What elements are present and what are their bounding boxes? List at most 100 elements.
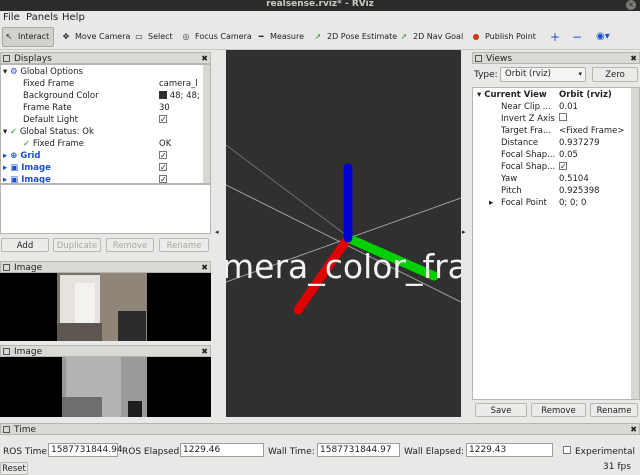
float-icon[interactable] [475, 55, 482, 62]
view-prop-value[interactable]: ✓ [559, 161, 567, 173]
view-prop-value[interactable] [559, 113, 567, 125]
nav-goal-tool[interactable]: ➚ 2D Nav Goal [398, 28, 464, 46]
view-prop-label: Focal Point [501, 198, 547, 208]
publish-point-label: Publish Point [485, 32, 536, 41]
add-tool-button[interactable]: + [550, 28, 560, 46]
global-status-label: Global Status: Ok [19, 127, 94, 137]
publish-point-tool[interactable]: ● Publish Point [470, 28, 536, 46]
image-checkbox[interactable]: ✓ [159, 162, 167, 174]
view-prop-label: Pitch [501, 186, 522, 196]
close-window-button[interactable]: ✕ [626, 0, 636, 10]
image-panel-title: Image [14, 263, 43, 273]
background-color-text: 48; 48; [169, 91, 200, 101]
image-display-label: Image [21, 163, 51, 173]
zero-button[interactable]: Zero [592, 67, 638, 82]
grid-icon: ⊕ [10, 151, 18, 161]
view-prop-label: Distance [501, 138, 539, 148]
collapse-right-arrow-icon[interactable]: ▸ [462, 228, 466, 236]
time-header: Time ✖ [0, 423, 640, 435]
camera-type-icon[interactable]: ◉▾ [596, 28, 610, 46]
collapse-left-arrow-icon[interactable]: ◂ [215, 228, 219, 236]
menu-panels[interactable]: Panels [26, 12, 58, 23]
view-prop-value[interactable]: 0.5104 [559, 173, 589, 185]
menu-help[interactable]: Help [62, 12, 85, 23]
nav-goal-label: 2D Nav Goal [413, 32, 464, 41]
view-prop-value[interactable]: 0.925398 [559, 185, 600, 197]
view-prop-checkbox[interactable] [559, 113, 567, 121]
current-view-row[interactable]: ▾ Current View [477, 89, 547, 101]
views-title: Views [486, 54, 513, 64]
duplicate-display-button[interactable]: Duplicate [53, 238, 101, 252]
reset-button[interactable]: Reset [0, 462, 28, 475]
global-status-row[interactable]: ▾ ✓ Global Status: Ok [3, 126, 94, 138]
frame-rate-value[interactable]: 30 [159, 102, 170, 114]
status-fixed-frame-label: Fixed Frame [32, 139, 85, 149]
fps-readout: 31 fps [603, 462, 631, 472]
remove-view-button[interactable]: Remove [531, 403, 586, 417]
pose-estimate-tool[interactable]: ➚ 2D Pose Estimate [312, 28, 398, 46]
select-tool[interactable]: ▭ Select [133, 28, 172, 46]
float-icon[interactable] [3, 264, 10, 271]
close-icon[interactable]: ✖ [630, 53, 637, 65]
displays-scrollbar[interactable] [203, 65, 210, 183]
wall-time-field[interactable]: 1587731844.97 [317, 443, 400, 457]
float-icon[interactable] [3, 426, 10, 433]
expand-arrow-icon[interactable]: ▾ [3, 67, 7, 77]
expand-arrow-icon[interactable]: ▸ [489, 197, 493, 209]
expand-arrow-icon[interactable]: ▾ [3, 127, 7, 137]
image-display-row[interactable]: ▸ ▣ Image [3, 162, 51, 174]
measure-tool[interactable]: ━ Measure [255, 28, 304, 46]
rename-view-button[interactable]: Rename [590, 403, 638, 417]
close-icon[interactable]: ✖ [630, 424, 637, 436]
view-prop-checkbox[interactable]: ✓ [559, 162, 567, 171]
grid-checkbox[interactable]: ✓ [159, 150, 167, 162]
view-prop-value[interactable]: 0.937279 [559, 137, 600, 149]
global-options-row[interactable]: ▾ ⚙ Global Options [3, 66, 83, 78]
view-prop-value[interactable]: 0; 0; 0 [559, 197, 586, 209]
select-icon: ▭ [135, 32, 143, 41]
wall-elapsed-label: Wall Elapsed: [404, 447, 465, 457]
rename-display-button[interactable]: Rename [159, 238, 209, 252]
image-checkbox-2[interactable]: ✓ [159, 174, 167, 183]
fixed-frame-value[interactable]: camera_l [159, 78, 198, 90]
focus-camera-tool[interactable]: ◎ Focus Camera [180, 28, 252, 46]
image-panel-header: Image ✖ [0, 261, 211, 273]
view-type-select[interactable]: Orbit (rviz) ▾ [500, 67, 586, 82]
save-view-button[interactable]: Save [475, 403, 527, 417]
experimental-checkbox[interactable] [563, 446, 571, 457]
background-color-value[interactable]: 48; 48; [159, 90, 200, 102]
menu-file[interactable]: File [3, 12, 20, 23]
image-display-row-2[interactable]: ▸ ▣ Image [3, 174, 51, 184]
default-light-checkbox[interactable]: ✓ [159, 114, 167, 126]
view-prop-label: Target Fra... [501, 126, 552, 136]
view-prop-value[interactable]: 0.01 [559, 101, 578, 113]
expand-arrow-icon[interactable]: ▸ [3, 163, 7, 173]
ros-time-field[interactable]: 1587731844.94 [48, 443, 123, 457]
image-icon: ▣ [10, 163, 19, 173]
ros-elapsed-field[interactable]: 1229.46 [180, 443, 264, 457]
view-prop-value[interactable]: <Fixed Frame> [559, 125, 624, 137]
add-display-button[interactable]: Add [1, 238, 49, 252]
expand-arrow-icon[interactable]: ▾ [477, 90, 481, 100]
tf-axes-render: mera_color_fra [226, 144, 461, 315]
view-prop-value[interactable]: 0.05 [559, 149, 578, 161]
expand-arrow-icon[interactable]: ▸ [3, 175, 7, 183]
views-scrollbar[interactable] [631, 88, 639, 399]
remove-display-button[interactable]: Remove [106, 238, 154, 252]
float-icon[interactable] [3, 348, 10, 355]
displays-title: Displays [14, 54, 52, 64]
grid-label: Grid [20, 151, 41, 161]
render-viewport[interactable]: mera_color_fra [226, 50, 461, 417]
expand-arrow-icon[interactable]: ▸ [3, 151, 7, 161]
float-icon[interactable] [3, 55, 10, 62]
ruler-icon: ━ [258, 32, 264, 41]
grid-display-row[interactable]: ▸ ⊕ Grid [3, 150, 41, 162]
image-display-label-2: Image [21, 175, 51, 184]
views-tree: ▾ Current View Orbit (rviz) Near Clip ..… [472, 87, 640, 400]
move-camera-tool[interactable]: ✥ Move Camera [60, 28, 131, 46]
wall-elapsed-field[interactable]: 1229.43 [466, 443, 553, 457]
window-title: realsense.rviz* - RViz [266, 0, 374, 9]
remove-tool-button[interactable]: − [572, 28, 582, 46]
interact-label: Interact [18, 32, 50, 41]
interact-tool[interactable]: ↖ Interact [2, 27, 54, 47]
